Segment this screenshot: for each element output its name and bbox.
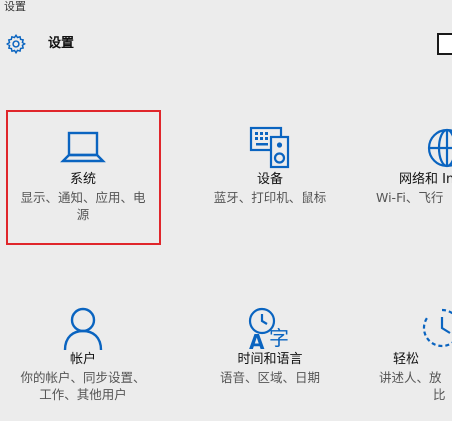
tile-label: 帐户 <box>69 352 96 367</box>
tile-description: 蓝牙、打印机、鼠标 <box>213 190 327 205</box>
page-title: 设置 <box>48 36 75 51</box>
tile-description: Wi-Fi、飞行 <box>376 190 444 205</box>
tile-label: 设备 <box>256 172 283 187</box>
tile-ease-of-access[interactable]: 轻松 讲述人、放 比 <box>367 305 452 403</box>
ease-of-access-icon <box>422 308 452 348</box>
svg-text:A: A <box>249 330 265 351</box>
tile-description: 你的帐户、同步设置、 <box>20 370 146 385</box>
tile-devices[interactable]: 设备 蓝牙、打印机、鼠标 <box>195 125 345 206</box>
tile-description: 语音、区域、日期 <box>219 370 320 385</box>
tile-label: 时间和语言 <box>237 352 303 367</box>
window-caption: 设置 <box>4 0 26 13</box>
tile-accounts[interactable]: 帐户 你的帐户、同步设置、 工作、其他用户 <box>8 305 158 403</box>
selection-highlight <box>6 110 161 245</box>
tile-time-language[interactable]: A 字 时间和语言 语音、区域、日期 <box>195 305 345 386</box>
time-language-icon: A 字 <box>248 307 289 351</box>
globe-icon <box>427 128 452 168</box>
tile-network[interactable]: 网络和 In Wi-Fi、飞行 <box>367 125 452 206</box>
tile-label: 网络和 In <box>399 172 452 187</box>
tile-description: 讲述人、放 <box>379 370 442 385</box>
tile-description: 比 <box>433 387 446 402</box>
tile-description: 工作、其他用户 <box>39 387 127 402</box>
gear-icon <box>5 33 26 55</box>
devices-icon <box>249 126 290 169</box>
svg-text:字: 字 <box>269 326 289 350</box>
settings-header: 设置 <box>0 30 452 58</box>
person-icon <box>63 307 103 351</box>
search-input[interactable] <box>437 33 452 55</box>
tile-label: 轻松 <box>393 352 420 367</box>
